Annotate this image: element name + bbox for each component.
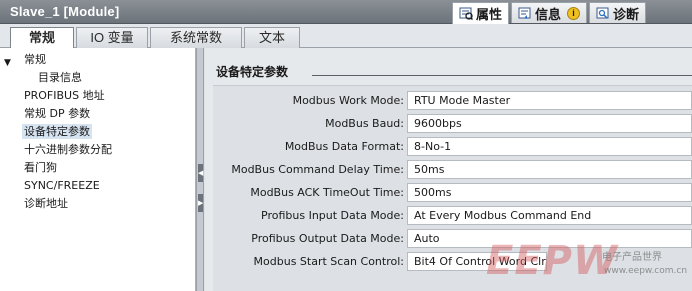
tab-system-constants[interactable]: 系统常数 xyxy=(150,27,242,48)
param-row: Modbus Work Mode: RTU Mode Master xyxy=(213,90,692,112)
splitter[interactable]: ◀ ▶ xyxy=(196,48,204,291)
nav-item-general-dp-parameters[interactable]: 常规 DP 参数 xyxy=(24,105,90,123)
expand-right-arrow-icon[interactable]: ▶ xyxy=(198,194,203,212)
section-divider xyxy=(312,75,692,76)
nav-item-watchdog[interactable]: 看门狗 xyxy=(24,159,57,177)
expand-arrow-icon[interactable]: ▼ xyxy=(4,54,11,72)
window-title: Slave_1 [Module] xyxy=(10,4,120,19)
param-value-field[interactable]: Bit4 Of Control Word Clr 0 xyxy=(407,252,547,271)
parameter-table: Modbus Work Mode: RTU Mode Master ModBus… xyxy=(213,85,692,291)
param-row: ModBus Baud: 9600bps xyxy=(213,113,692,135)
nav-item-sync-freeze[interactable]: SYNC/FREEZE xyxy=(24,177,100,195)
param-label: ModBus Baud: xyxy=(325,117,404,130)
param-label: ModBus Command Delay Time: xyxy=(231,163,404,176)
nav-item-hex-parameter-assignment[interactable]: 十六进制参数分配 xyxy=(24,141,112,159)
param-row: ModBus Data Format: 8-No-1 xyxy=(213,136,692,158)
param-value-field[interactable]: 8-No-1 xyxy=(407,137,692,156)
param-row: Profibus Input Data Mode: At Every Modbu… xyxy=(213,205,692,227)
param-label: Profibus Output Data Mode: xyxy=(251,232,404,245)
info-badge-icon: i xyxy=(567,6,581,20)
param-value-field[interactable]: 9600bps xyxy=(407,114,692,133)
content-panel: 设备特定参数 Modbus Work Mode: RTU Mode Master… xyxy=(205,48,692,291)
tab-general[interactable]: 常规 xyxy=(10,27,74,49)
property-navigation: ▼ 常规 目录信息 PROFIBUS 地址 常规 DP 参数 设备特定参数 十六… xyxy=(0,48,196,291)
nav-item-catalog-info[interactable]: 目录信息 xyxy=(38,69,82,87)
param-row: ModBus Command Delay Time: 50ms xyxy=(213,159,692,181)
param-row: ModBus ACK TimeOut Time: 500ms xyxy=(213,182,692,204)
diagnostics-icon xyxy=(596,7,610,20)
title-bar: Slave_1 [Module] 属性 信息 i 诊断 xyxy=(0,0,692,24)
tab-diagnostics-label: 诊断 xyxy=(613,6,640,22)
param-row: Modbus Start Scan Control: Bit4 Of Contr… xyxy=(213,251,692,273)
param-label: ModBus ACK TimeOut Time: xyxy=(250,186,404,199)
param-label: Modbus Work Mode: xyxy=(292,94,404,107)
tab-texts[interactable]: 文本 xyxy=(244,27,300,48)
properties-icon xyxy=(459,7,474,21)
collapse-left-arrow-icon[interactable]: ◀ xyxy=(198,164,203,182)
param-value-field[interactable]: At Every Modbus Command End xyxy=(407,206,692,225)
inspector-tabs: 属性 信息 i 诊断 xyxy=(452,2,648,24)
nav-item-diagnostic-addresses[interactable]: 诊断地址 xyxy=(24,195,68,213)
param-label: Profibus Input Data Mode: xyxy=(261,209,404,222)
tab-io-tags[interactable]: IO 变量 xyxy=(76,27,148,48)
section-title: 设备特定参数 xyxy=(216,65,289,79)
param-label: Modbus Start Scan Control: xyxy=(253,255,404,268)
param-value-field[interactable]: 500ms xyxy=(407,183,692,202)
param-value-field[interactable]: Auto xyxy=(407,229,692,248)
param-value-field[interactable]: 50ms xyxy=(407,160,692,179)
tab-properties[interactable]: 属性 xyxy=(452,2,510,24)
tab-info-label: 信息 xyxy=(535,6,562,22)
main-tab-strip: 常规 IO 变量 系统常数 文本 xyxy=(0,24,692,49)
tab-properties-label: 属性 xyxy=(476,7,503,22)
param-label: ModBus Data Format: xyxy=(284,140,404,153)
nav-item-device-specific-parameters[interactable]: 设备特定参数 xyxy=(22,123,92,141)
tab-diagnostics[interactable]: 诊断 xyxy=(589,2,647,23)
param-row: Profibus Output Data Mode: Auto xyxy=(213,228,692,250)
info-icon xyxy=(518,7,532,20)
param-value-field[interactable]: RTU Mode Master xyxy=(407,91,692,110)
nav-item-profibus-address[interactable]: PROFIBUS 地址 xyxy=(24,87,105,105)
tab-info[interactable]: 信息 i xyxy=(511,2,588,23)
